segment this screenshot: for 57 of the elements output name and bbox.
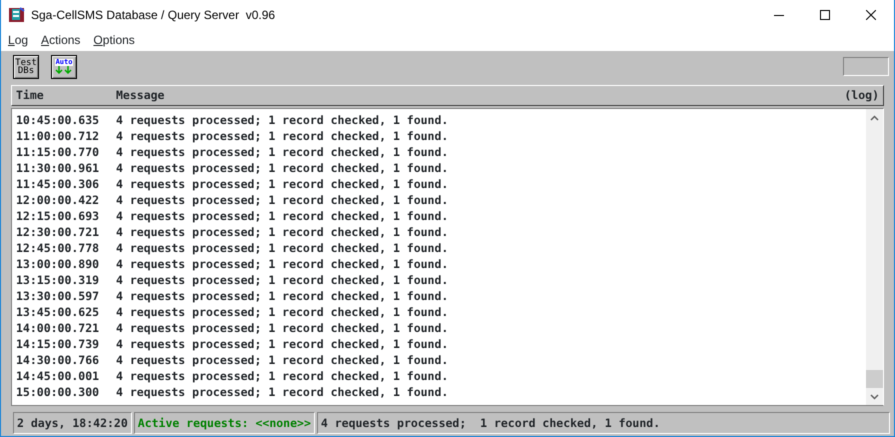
time-cell-text: 12:15:00.693 bbox=[16, 208, 100, 224]
message-cell: 4 requests processed; 1 record checked, 1 found. bbox=[116, 112, 448, 128]
menu-item[interactable]: Actions bbox=[41, 31, 80, 49]
time-cell-text: 15:00:00.300 bbox=[16, 384, 100, 400]
close-icon bbox=[866, 10, 876, 20]
time-cell-text: 12:00:00.422 bbox=[16, 192, 100, 208]
maximize-icon bbox=[820, 10, 830, 20]
message-cell: 4 requests processed; 1 record checked, 1 found. bbox=[116, 272, 448, 288]
message-cell: 4 requests processed; 1 record checked, 1 found. bbox=[116, 368, 448, 384]
time-cell-text: 10:45:00.635 bbox=[16, 112, 100, 128]
down-arrows-icon bbox=[55, 66, 73, 74]
message-cell: 4 requests processed; 1 record checked, 1 found. bbox=[116, 352, 448, 368]
time-cell-text: 12:30:00.721 bbox=[16, 224, 100, 240]
message-cell: 4 requests processed; 1 record checked, 1 found. bbox=[116, 208, 448, 224]
time-cell-text: 14:45:00.001 bbox=[16, 368, 100, 384]
time-cell-text: 13:45:00.625 bbox=[16, 304, 100, 320]
message-cell: 4 requests processed; 1 record checked, 1 found. bbox=[116, 336, 448, 352]
test-dbs-button[interactable]: Test DBs bbox=[13, 54, 39, 78]
message-cell: 4 requests processed; 1 record checked, 1 found. bbox=[116, 192, 448, 208]
message-cell: 4 requests processed; 1 record checked, 1 found. bbox=[116, 176, 448, 192]
scrollbar-thumb[interactable] bbox=[866, 370, 883, 388]
message-cell: 4 requests processed; 1 record checked, 1 found. bbox=[116, 320, 448, 336]
scrollbar[interactable] bbox=[866, 109, 883, 405]
menu-item[interactable]: Log bbox=[8, 31, 28, 49]
scroll-down-icon[interactable] bbox=[870, 394, 879, 400]
status-panel bbox=[843, 57, 889, 76]
time-cell-text: 11:30:00.961 bbox=[16, 160, 100, 176]
window-title: Sga-CellSMS Database / Query Server v0.96 bbox=[30, 7, 276, 24]
time-cell-text: 11:00:00.712 bbox=[16, 128, 100, 144]
message-cell: 4 requests processed; 1 record checked, 1 found. bbox=[116, 224, 448, 240]
message-cell: 4 requests processed; 1 record checked, 1 found. bbox=[116, 384, 448, 400]
message-cell: 4 requests processed; 1 record checked, 1 found. bbox=[116, 240, 448, 256]
time-cell-text: 11:45:00.306 bbox=[16, 176, 100, 192]
time-cell-text: 13:00:00.890 bbox=[16, 256, 100, 272]
time-cell-text: 14:30:00.766 bbox=[16, 352, 100, 368]
message-cell: 4 requests processed; 1 record checked, 1 found. bbox=[116, 144, 448, 160]
message-cell: 4 requests processed; 1 record checked, 1 found. bbox=[116, 128, 448, 144]
scroll-up-icon[interactable] bbox=[870, 114, 879, 120]
app-icon bbox=[9, 7, 25, 23]
time-cell-text: 14:00:00.721 bbox=[16, 320, 100, 336]
minimize-icon bbox=[774, 14, 784, 16]
status-field: 4 requests processed; 1 record checked, 1 found. bbox=[316, 412, 890, 434]
time-cell-text: 13:15:00.319 bbox=[16, 272, 100, 288]
time-cell-text: 14:15:00.739 bbox=[16, 336, 100, 352]
message-cell: 4 requests processed; 1 record checked, 1 found. bbox=[116, 288, 448, 304]
time-cell-text: 11:15:00.770 bbox=[16, 144, 100, 160]
time-cell-text: 12:45:00.778 bbox=[16, 240, 100, 256]
column-header: (log) bbox=[844, 86, 879, 104]
menu-item[interactable]: Options bbox=[93, 31, 135, 49]
time-cell-text: 13:30:00.597 bbox=[16, 288, 100, 304]
column-header: Message bbox=[116, 86, 164, 104]
message-cell: 4 requests processed; 1 record checked, 1 found. bbox=[116, 160, 448, 176]
message-cell: 4 requests processed; 1 record checked, 1 found. bbox=[116, 304, 448, 320]
column-header: Time bbox=[16, 86, 45, 104]
message-cell: 4 requests processed; 1 record checked, 1 found. bbox=[116, 256, 448, 272]
status-field: 2 days, 18:42:20 bbox=[13, 412, 132, 434]
status-field: Active requests: <<none>> bbox=[134, 412, 315, 434]
